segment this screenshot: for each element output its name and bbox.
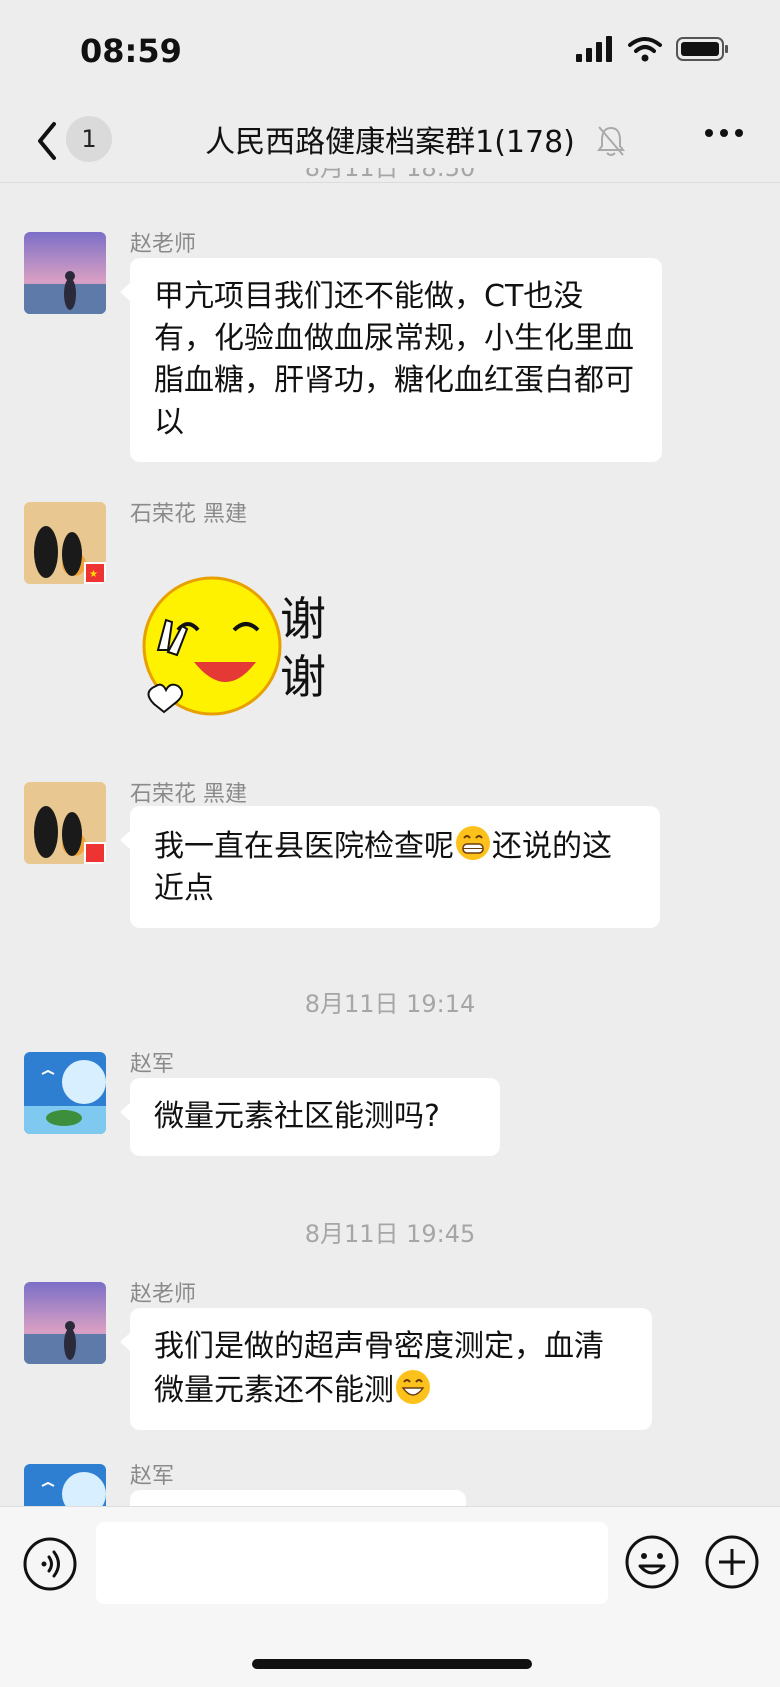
message-text: 我一直在县医院检查呢 (154, 829, 454, 864)
more-options-icon[interactable] (704, 128, 744, 138)
avatar-zhao-jun[interactable] (24, 1052, 106, 1134)
message-bubble[interactable]: 我一直在县医院检查呢 还说的这近点 (120, 806, 660, 928)
avatar-zhao-teacher[interactable] (24, 232, 106, 314)
message-text: 我们是做的超声骨密度测定，血清微量元素还不能测 (154, 1329, 604, 1408)
status-bar: 08:59 (0, 0, 780, 100)
mute-bell-icon (597, 126, 625, 156)
sender-name: 石荣花 黑建 (130, 782, 247, 807)
svg-text:★: ★ (89, 569, 98, 580)
sender-name: 赵老师 (130, 232, 197, 257)
voice-input-icon[interactable] (22, 1536, 78, 1592)
timestamp: 8月11日 19:14 (304, 990, 476, 1018)
home-indicator (252, 1659, 532, 1669)
sender-name: 石荣花 黑建 (130, 502, 247, 527)
battery-icon (676, 37, 728, 61)
message-bubble-partial[interactable] (130, 1490, 466, 1506)
avatar-zhao-jun[interactable] (24, 1464, 106, 1506)
cellular-signal-icon (576, 36, 612, 62)
chat-title: 人民西路健康档案群1(178) (205, 125, 575, 160)
emoji-picker-icon[interactable] (624, 1534, 680, 1590)
plus-more-icon[interactable] (704, 1534, 760, 1590)
wifi-icon (628, 37, 662, 62)
message-bubble[interactable]: 我们是做的超声骨密度测定，血清微量元素还不能测 (120, 1308, 652, 1430)
avatar-zhao-teacher[interactable] (24, 1282, 106, 1364)
sender-name: 赵军 (130, 1052, 175, 1077)
partial-timestamp: 8月11日 18:50 (0, 168, 780, 180)
avatar-shi-ronghua[interactable]: ★ (24, 502, 106, 584)
grinning-emoji-icon (396, 1370, 430, 1404)
grin-emoji-icon (456, 826, 490, 860)
message-input[interactable] (96, 1522, 608, 1604)
message-bubble[interactable]: 甲亢项目我们还不能做，CT也没有，化验血做血尿常规，小生化里血脂血糖，肝肾功，糖… (120, 258, 662, 462)
sender-name: 赵军 (130, 1464, 175, 1489)
sender-name: 赵老师 (130, 1282, 197, 1307)
sticker-caption: 谢谢 (280, 592, 326, 704)
timestamp: 8月11日 19:45 (304, 1220, 476, 1248)
status-time: 08:59 (80, 32, 182, 70)
status-icons (576, 36, 730, 62)
message-bubble[interactable]: 微量元素社区能测吗? (120, 1078, 500, 1156)
avatar-shi-ronghua[interactable] (24, 782, 106, 864)
